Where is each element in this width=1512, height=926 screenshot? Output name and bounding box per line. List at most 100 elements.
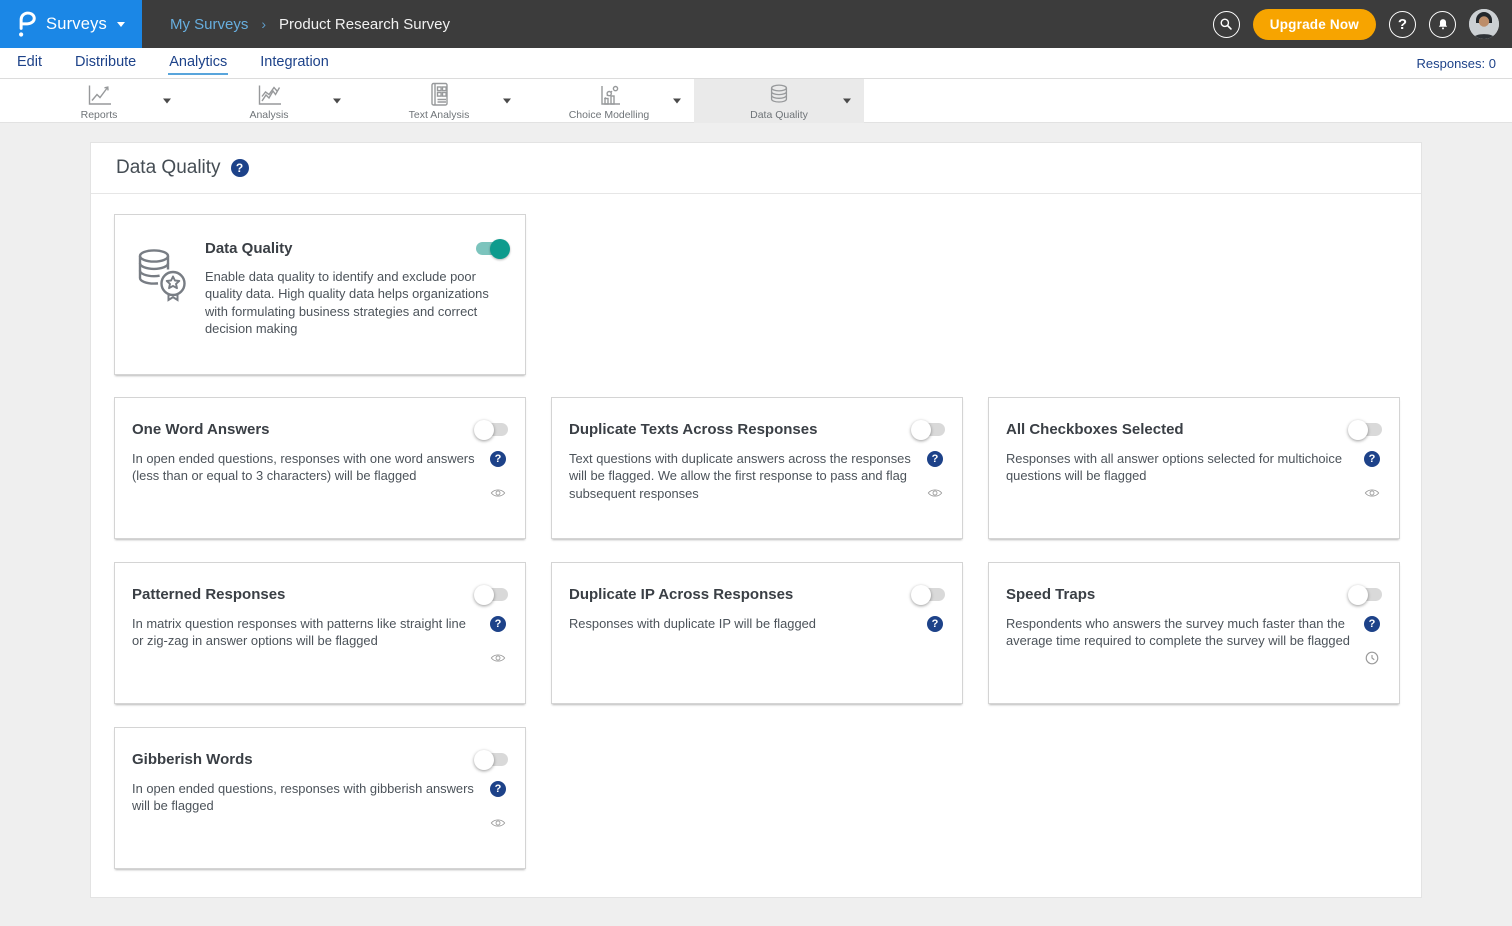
line-chart-icon: [85, 82, 113, 107]
search-icon: [1219, 17, 1233, 31]
eye-icon[interactable]: [927, 485, 943, 501]
help-icon[interactable]: ?: [927, 616, 943, 632]
chevron-down-icon[interactable]: [163, 99, 171, 104]
tool-text-analysis[interactable]: Text Analysis: [354, 79, 524, 123]
tool-data-quality[interactable]: Data Quality: [694, 79, 864, 123]
feature-card-description: Responses with all answer options select…: [1006, 450, 1362, 501]
feature-cards-grid: One Word Answers In open ended questions…: [114, 397, 1398, 869]
topbar: Surveys My Surveys › Product Research Su…: [0, 0, 1512, 48]
feature-side-icons: ?: [488, 450, 508, 501]
feature-side-icons: ?: [1362, 450, 1382, 501]
feature-card-description: In open ended questions, responses with …: [132, 450, 488, 501]
chevron-down-icon[interactable]: [333, 99, 341, 104]
eye-icon[interactable]: [1364, 485, 1380, 501]
feature-side-icons: ?: [1362, 615, 1382, 666]
upgrade-now-button[interactable]: Upgrade Now: [1253, 9, 1376, 40]
product-menu-label: Surveys: [46, 15, 107, 34]
responses-count: Responses: 0: [1417, 56, 1497, 71]
feature-card-description: In open ended questions, responses with …: [132, 780, 488, 831]
feature-card: All Checkboxes Selected Responses with a…: [988, 397, 1400, 539]
notifications-button[interactable]: [1429, 11, 1456, 38]
feature-card: One Word Answers In open ended questions…: [114, 397, 526, 539]
feature-card-title: Gibberish Words: [132, 751, 253, 768]
toggle-knob: [490, 239, 510, 259]
feature-card-title: Patterned Responses: [132, 586, 285, 603]
feature-toggle[interactable]: [477, 753, 508, 766]
help-icon[interactable]: ?: [1364, 616, 1380, 632]
breadcrumb: My Surveys › Product Research Survey: [170, 16, 450, 33]
feature-side-icons: ?: [488, 615, 508, 666]
bell-icon: [1436, 17, 1450, 32]
tool-analysis[interactable]: Analysis: [184, 79, 354, 123]
feature-card-title: Speed Traps: [1006, 586, 1095, 603]
topbar-actions: Upgrade Now ?: [1213, 9, 1512, 40]
feature-toggle[interactable]: [1351, 588, 1382, 601]
feature-card-description: In matrix question responses with patter…: [132, 615, 488, 666]
questionpro-logo-icon: [15, 9, 36, 39]
toggle-knob: [474, 750, 494, 770]
chevron-down-icon[interactable]: [503, 99, 511, 104]
feature-card: Gibberish Words In open ended questions,…: [114, 727, 526, 869]
chevron-down-icon[interactable]: [843, 99, 851, 104]
feature-toggle[interactable]: [914, 423, 945, 436]
survey-section-nav: Edit Distribute Analytics Integration Re…: [0, 48, 1512, 79]
data-quality-toggle[interactable]: [476, 242, 507, 255]
feature-card: Duplicate Texts Across Responses Text qu…: [551, 397, 963, 539]
breadcrumb-parent-link[interactable]: My Surveys: [170, 16, 248, 33]
help-icon[interactable]: ?: [490, 781, 506, 797]
nav-item-analytics[interactable]: Analytics: [168, 52, 228, 75]
tool-reports[interactable]: Reports: [14, 79, 184, 123]
feature-card-title: Duplicate Texts Across Responses: [569, 421, 817, 438]
help-icon[interactable]: ?: [1364, 451, 1380, 467]
master-card-description: Enable data quality to identify and excl…: [205, 268, 497, 337]
toggle-knob: [911, 585, 931, 605]
help-icon[interactable]: ?: [490, 451, 506, 467]
feature-toggle[interactable]: [477, 588, 508, 601]
feature-card: Duplicate IP Across Responses Responses …: [551, 562, 963, 704]
scatter-bars-icon: [596, 82, 622, 107]
data-quality-master-card: Data Quality Enable data quality to iden…: [114, 214, 526, 375]
avatar-photo: [1469, 9, 1499, 39]
breadcrumb-separator-icon: ›: [261, 16, 266, 32]
feature-card-title: Duplicate IP Across Responses: [569, 586, 793, 603]
tool-label: Data Quality: [750, 109, 808, 121]
feature-card-description: Respondents who answers the survey much …: [1006, 615, 1362, 666]
help-icon[interactable]: ?: [927, 451, 943, 467]
feature-side-icons: ?: [925, 615, 945, 632]
toggle-knob: [911, 420, 931, 440]
eye-icon[interactable]: [490, 485, 506, 501]
panel-header: Data Quality ?: [91, 143, 1421, 194]
feature-toggle[interactable]: [914, 588, 945, 601]
feature-card-description: Text questions with duplicate answers ac…: [569, 450, 925, 502]
tool-choice-modelling[interactable]: Choice Modelling: [524, 79, 694, 123]
nav-item-distribute[interactable]: Distribute: [74, 52, 137, 75]
feature-card-title: All Checkboxes Selected: [1006, 421, 1184, 438]
clock-icon[interactable]: [1364, 650, 1380, 666]
feature-toggle[interactable]: [1351, 423, 1382, 436]
eye-icon[interactable]: [490, 650, 506, 666]
search-button[interactable]: [1213, 11, 1240, 38]
feature-side-icons: ?: [488, 780, 508, 831]
master-card-title: Data Quality: [205, 240, 293, 257]
database-award-icon: [133, 231, 205, 358]
chevron-down-icon[interactable]: [673, 99, 681, 104]
page-help-icon[interactable]: ?: [231, 159, 249, 177]
eye-icon[interactable]: [490, 815, 506, 831]
tool-label: Choice Modelling: [569, 109, 650, 121]
user-avatar[interactable]: [1469, 9, 1499, 39]
help-icon[interactable]: ?: [490, 616, 506, 632]
database-icon: [766, 82, 792, 107]
breadcrumb-current: Product Research Survey: [279, 16, 450, 33]
feature-side-icons: ?: [925, 450, 945, 502]
chevron-down-icon: [117, 22, 125, 27]
toggle-knob: [474, 585, 494, 605]
toggle-knob: [474, 420, 494, 440]
tool-label: Text Analysis: [409, 109, 470, 121]
nav-item-edit[interactable]: Edit: [16, 52, 43, 75]
help-button[interactable]: ?: [1389, 11, 1416, 38]
product-menu[interactable]: Surveys: [0, 0, 142, 48]
feature-card-title: One Word Answers: [132, 421, 270, 438]
feature-toggle[interactable]: [477, 423, 508, 436]
feature-card: Speed Traps Respondents who answers the …: [988, 562, 1400, 704]
nav-item-integration[interactable]: Integration: [259, 52, 330, 75]
